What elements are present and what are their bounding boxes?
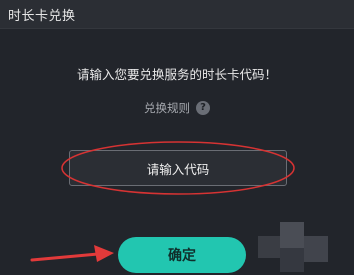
redeem-prompt: 请输入您要兑换服务的时长卡代码！ — [76, 67, 277, 82]
pointer-arrow — [30, 245, 114, 262]
redeem-rules-link[interactable]: 兑换规则 — [144, 100, 190, 116]
confirm-button[interactable]: 确定 — [118, 237, 246, 273]
question-circle-icon[interactable]: ? — [196, 101, 210, 115]
window-title: 时长卡兑换 — [8, 9, 76, 24]
code-input[interactable]: 请输入代码 — [69, 150, 287, 186]
code-input-placeholder: 请输入代码 — [146, 161, 210, 177]
time-card-redeem-dialog: 时长卡兑换 请输入您要兑换服务的时长卡代码！ 兑换规则 ? 请输入代码 确定 — [0, 0, 354, 275]
blurred-region — [258, 222, 328, 272]
redeem-rules-row[interactable]: 兑换规则 ? — [0, 100, 354, 116]
title-bar: 时长卡兑换 — [0, 0, 354, 29]
